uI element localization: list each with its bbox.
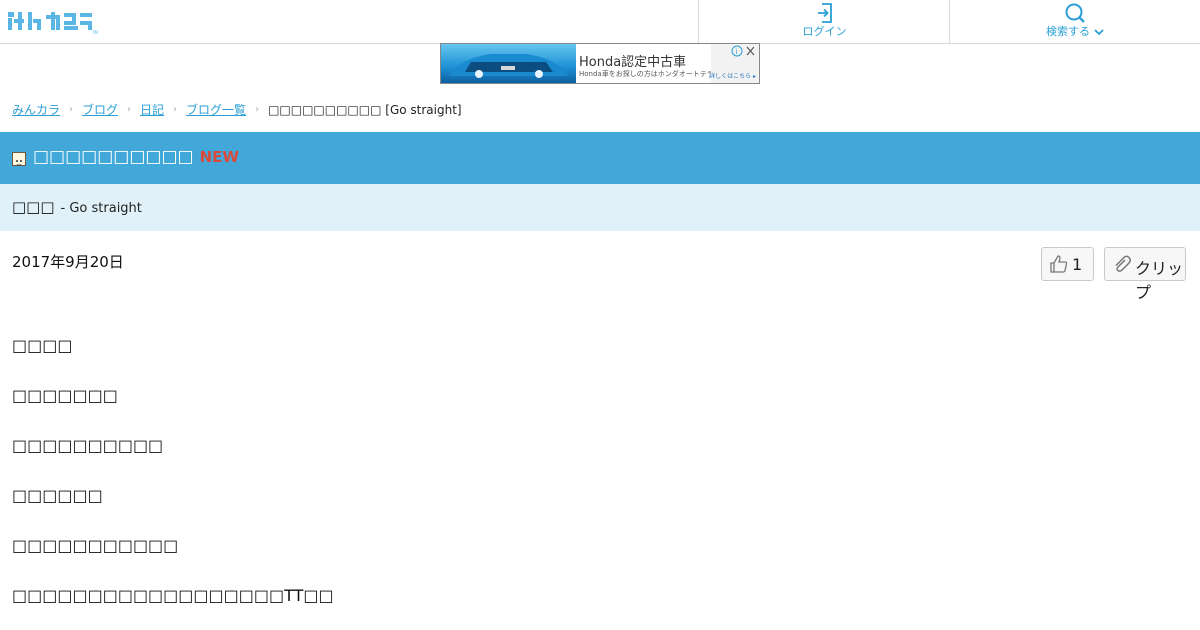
author-name[interactable]: □□□: [12, 198, 55, 216]
ad-subtitle: Honda車をお探しの方はホンダオートテラスへ: [579, 70, 728, 78]
author-info: □□□ - Go straight: [12, 198, 142, 216]
chevron-down-icon: [1094, 29, 1104, 36]
breadcrumb-separator-icon: ›: [69, 104, 74, 115]
body-text-line: □□□□□□□□□□□: [12, 536, 179, 555]
ad-cta-link[interactable]: 詳しくはこちら ▸: [709, 71, 756, 80]
minkara-logo[interactable]: TM: [6, 7, 98, 35]
site-header: TM ログイン 検索する: [0, 0, 1200, 44]
post-date: 2017年9月20日: [12, 253, 124, 271]
body-text-line: □□□□□□□□□□: [12, 436, 164, 455]
breadcrumb-item-minkara[interactable]: みんカラ: [12, 103, 60, 117]
ad-banner[interactable]: Honda認定中古車 Honda車をお探しの方はホンダオートテラスへ i 詳しく…: [440, 43, 760, 84]
like-count: 1: [1072, 255, 1083, 274]
ad-title: Honda認定中古車: [579, 55, 687, 70]
post-title: □□□□□□□□□□ NEW: [33, 147, 239, 167]
clip-button[interactable]: クリップ: [1104, 247, 1186, 302]
breadcrumb-item-blog-list[interactable]: ブログ一覧: [186, 103, 246, 117]
login-button[interactable]: ログイン: [698, 0, 950, 43]
breadcrumb-item-diary[interactable]: 日記: [140, 103, 164, 117]
body-text-line: □□□□□□□: [12, 386, 118, 405]
clip-label: クリップ: [1135, 259, 1184, 302]
ad-car-image: [441, 44, 576, 83]
svg-text:TM: TM: [91, 30, 98, 35]
body-text-line: □□□□□□: [12, 486, 103, 505]
breadcrumb-separator-icon: ›: [173, 104, 178, 115]
blog-name[interactable]: - Go straight: [61, 201, 142, 216]
search-label: 検索する: [950, 25, 1200, 39]
post-title-bar: □□□□□□□□□□ NEW: [0, 132, 1200, 184]
breadcrumb-item-blog[interactable]: ブログ: [82, 103, 118, 117]
like-button[interactable]: 1: [1041, 247, 1094, 281]
new-badge: NEW: [199, 148, 239, 166]
breadcrumb: みんカラ › ブログ › 日記 › ブログ一覧 › □□□□□□□□□□ [Go straigh…: [12, 101, 462, 118]
search-icon: [1065, 3, 1085, 23]
paperclip-icon: [1115, 255, 1131, 272]
body-text-line: □□□□: [12, 336, 73, 355]
breadcrumb-separator-icon: ›: [255, 104, 260, 115]
login-icon: [817, 3, 832, 23]
search-button[interactable]: 検索する: [949, 0, 1200, 43]
body-text-line: □□□□□□□□□□□□□□□□□□TT□□: [12, 586, 334, 605]
thumbs-up-icon: [1050, 255, 1068, 273]
mood-face-icon: [12, 152, 26, 166]
login-label: ログイン: [802, 25, 847, 38]
breadcrumb-current: □□□□□□□□□□ [Go straight]: [268, 103, 462, 117]
svg-text:i: i: [736, 48, 738, 56]
breadcrumb-separator-icon: ›: [127, 104, 132, 115]
author-bar: □□□ - Go straight: [0, 184, 1200, 231]
ad-close-icon[interactable]: i: [729, 45, 757, 57]
